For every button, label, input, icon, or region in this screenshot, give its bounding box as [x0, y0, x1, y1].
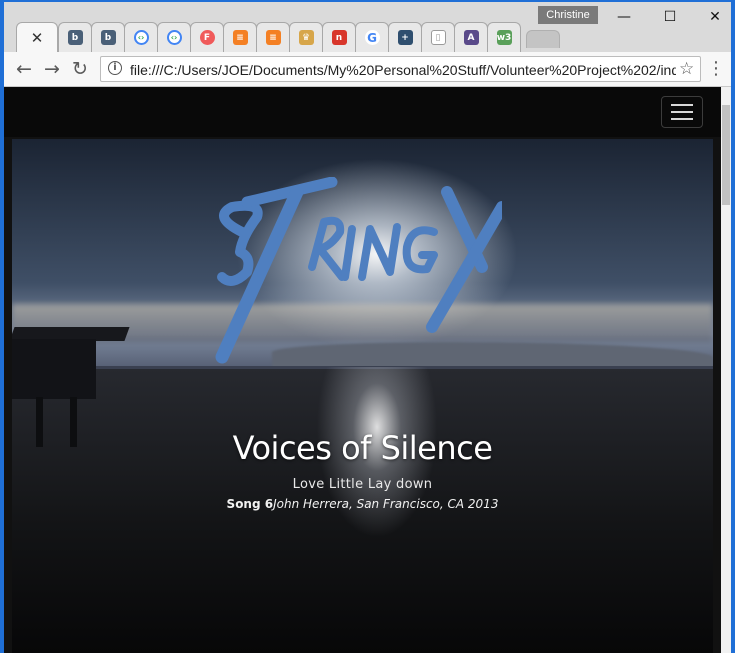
- code-icon: ‹›: [133, 30, 149, 45]
- tab-active[interactable]: ✕: [16, 22, 58, 52]
- tab[interactable]: G: [355, 22, 389, 52]
- w3-icon: w3: [496, 30, 512, 45]
- tab[interactable]: b: [91, 22, 125, 52]
- url-text[interactable]: file:///C:/Users/JOE/Documents/My%20Pers…: [130, 62, 676, 78]
- site-navbar: [4, 87, 721, 137]
- hamburger-menu-icon[interactable]: [661, 96, 703, 128]
- maximize-icon[interactable]: ☐: [647, 6, 693, 28]
- profile-badge[interactable]: Christine: [538, 6, 598, 24]
- reload-icon[interactable]: ↻: [68, 57, 92, 81]
- page-icon: ▯: [430, 30, 446, 45]
- page-scrollbar[interactable]: [721, 87, 731, 653]
- tab[interactable]: ≡: [223, 22, 257, 52]
- tab[interactable]: ‹›: [157, 22, 191, 52]
- stackoverflow-icon: ≡: [265, 30, 281, 45]
- pier-house: [12, 339, 96, 399]
- bitly-icon: b: [100, 30, 116, 45]
- hero-image: Voices of Silence Love Little Lay down S…: [12, 139, 713, 653]
- google-icon: G: [364, 30, 380, 45]
- stackoverflow-icon: ≡: [232, 30, 248, 45]
- tab[interactable]: ≡: [256, 22, 290, 52]
- song-credit: John Herrera, San Francisco, CA 2013: [273, 497, 499, 511]
- close-window-icon[interactable]: ✕: [692, 6, 735, 28]
- tab[interactable]: ‹›: [124, 22, 158, 52]
- hero-title: Voices of Silence: [232, 429, 493, 467]
- close-icon[interactable]: ✕: [31, 29, 44, 47]
- plus-icon: +: [397, 30, 413, 45]
- n-logo-icon: n: [331, 30, 347, 45]
- tab[interactable]: F: [190, 22, 224, 52]
- address-bar[interactable]: i file:///C:/Users/JOE/Documents/My%20Pe…: [100, 56, 701, 82]
- forward-arrow-icon[interactable]: →: [40, 57, 64, 81]
- tab[interactable]: ▯: [421, 22, 455, 52]
- bitly-icon: b: [67, 30, 83, 45]
- tab-strip: Christine — ☐ ✕ ✕ b b ‹› ‹› F ≡ ≡ ♛ n G + ▯ Aw3: [4, 2, 731, 52]
- a-logo-icon: A: [463, 30, 479, 45]
- tab[interactable]: w3: [487, 22, 521, 52]
- info-icon[interactable]: i: [108, 61, 122, 75]
- hero-caption: Voices of Silence Love Little Lay down S…: [12, 429, 713, 511]
- browser-toolbar: ← → ↻ i file:///C:/Users/JOE/Documents/M…: [4, 52, 731, 87]
- stringx-logo: [215, 177, 502, 364]
- window-frame-right: [731, 0, 735, 653]
- new-tab-button[interactable]: [526, 30, 560, 48]
- hero-meta: Song 6John Herrera, San Francisco, CA 20…: [12, 497, 713, 511]
- code-icon: ‹›: [166, 30, 182, 45]
- page-viewport: Voices of Silence Love Little Lay down S…: [4, 87, 721, 653]
- song-label: Song 6: [226, 497, 274, 511]
- tab[interactable]: +: [388, 22, 422, 52]
- menu-kebab-icon[interactable]: ⋮: [707, 58, 725, 80]
- back-arrow-icon[interactable]: ←: [12, 57, 36, 81]
- hero-subtitle: Love Little Lay down: [292, 477, 433, 492]
- tab[interactable]: b: [58, 22, 92, 52]
- bookmark-star-icon[interactable]: ☆: [679, 59, 694, 79]
- scrollbar-thumb[interactable]: [722, 105, 730, 205]
- f-logo-icon: F: [199, 30, 215, 45]
- lion-icon: ♛: [298, 30, 314, 45]
- tab[interactable]: n: [322, 22, 356, 52]
- minimize-icon[interactable]: —: [601, 6, 647, 28]
- tab[interactable]: A: [454, 22, 488, 52]
- tab[interactable]: ♛: [289, 22, 323, 52]
